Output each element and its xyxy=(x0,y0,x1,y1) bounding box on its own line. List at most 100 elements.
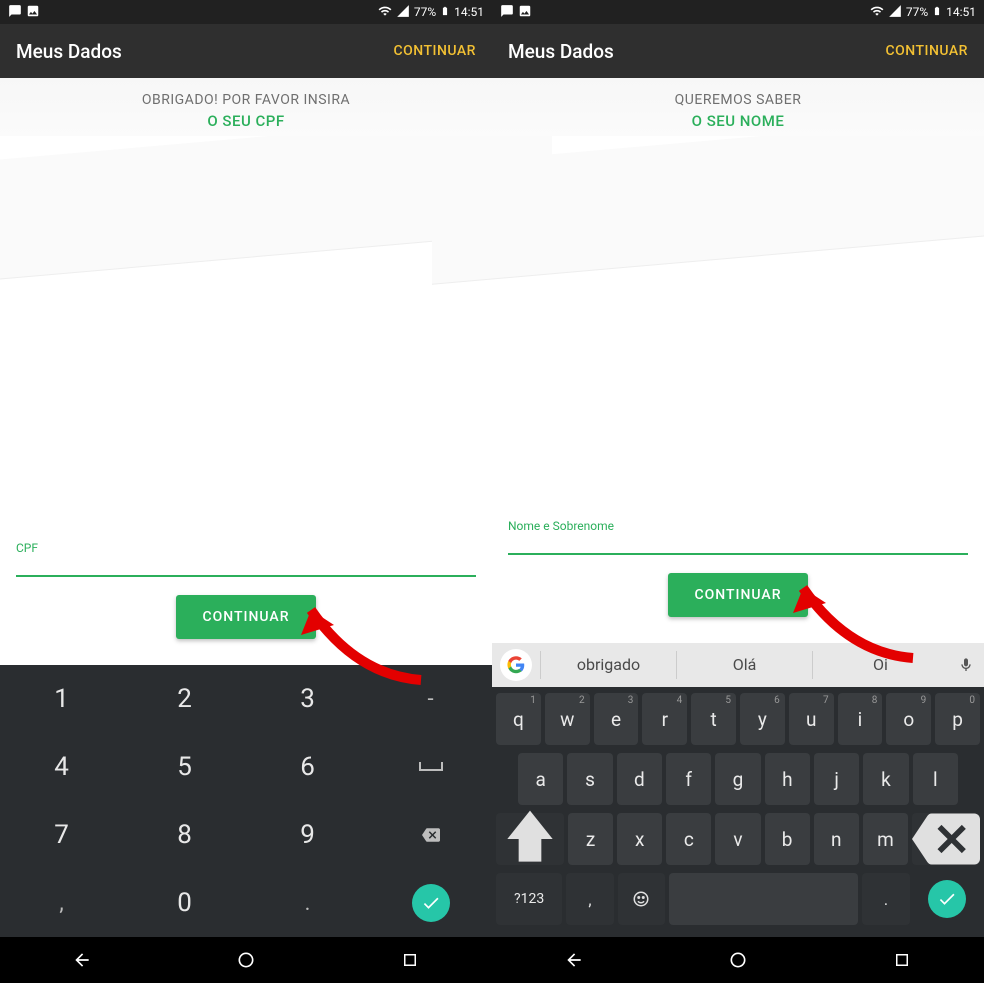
key-n[interactable]: n xyxy=(814,813,859,865)
key-period[interactable]: . xyxy=(246,869,369,937)
key-submit[interactable] xyxy=(369,869,492,937)
nav-bar xyxy=(0,937,492,983)
battery-icon xyxy=(440,4,450,21)
input-area: CPF CONTINUAR xyxy=(0,541,492,665)
kb-row-4: ?123 , . xyxy=(496,873,980,925)
continue-action[interactable]: CONTINUAR xyxy=(885,43,968,59)
signal-icon xyxy=(888,4,902,21)
key-o[interactable]: o9 xyxy=(886,693,931,745)
key-shift[interactable] xyxy=(496,813,564,865)
prompt-line1: OBRIGADO! POR FAVOR INSIRA xyxy=(20,92,472,108)
suggestion-3[interactable]: Oi xyxy=(812,651,948,679)
key-6[interactable]: 6 xyxy=(246,733,369,801)
signal-icon xyxy=(396,4,410,21)
nav-home[interactable] xyxy=(725,947,751,973)
key-e[interactable]: e3 xyxy=(594,693,639,745)
key-1[interactable]: 1 xyxy=(0,665,123,733)
key-b[interactable]: b xyxy=(765,813,810,865)
kb-row-2: asdfghjkl xyxy=(496,753,980,805)
prompt-line1: QUEREMOS SABER xyxy=(512,92,964,108)
key-r[interactable]: r4 xyxy=(642,693,687,745)
key-a[interactable]: a xyxy=(518,753,563,805)
continue-button[interactable]: CONTINUAR xyxy=(668,573,807,617)
key-z[interactable]: z xyxy=(568,813,613,865)
key-5[interactable]: 5 xyxy=(123,733,246,801)
key-x[interactable]: x xyxy=(617,813,662,865)
key-8[interactable]: 8 xyxy=(123,801,246,869)
key-period[interactable]: . xyxy=(862,873,909,925)
key-0[interactable]: 0 xyxy=(123,869,246,937)
key-p[interactable]: p0 xyxy=(935,693,980,745)
key-comma[interactable]: , xyxy=(0,869,123,937)
battery-icon xyxy=(932,4,942,21)
input-label-name: Nome e Sobrenome xyxy=(508,519,968,533)
key-dash[interactable]: - xyxy=(369,665,492,733)
screen-cpf: 77% 14:51 Meus Dados CONTINUAR OBRIGADO!… xyxy=(0,0,492,983)
google-icon[interactable] xyxy=(500,649,532,681)
key-k[interactable]: k xyxy=(863,753,908,805)
key-h[interactable]: h xyxy=(765,753,810,805)
key-space[interactable] xyxy=(669,873,858,925)
suggestion-1[interactable]: obrigado xyxy=(540,651,676,679)
prompt-text: QUEREMOS SABER O SEU NOME xyxy=(492,78,984,136)
continue-action[interactable]: CONTINUAR xyxy=(393,43,476,59)
suggestion-bar: obrigado Olá Oi xyxy=(492,643,984,687)
key-comma[interactable]: , xyxy=(566,873,613,925)
clock-text: 14:51 xyxy=(454,5,484,19)
mic-icon[interactable] xyxy=(948,657,984,673)
key-2[interactable]: 2 xyxy=(123,665,246,733)
kb-row-3: zxcvbnm xyxy=(496,813,980,865)
key-3[interactable]: 3 xyxy=(246,665,369,733)
nav-recent[interactable] xyxy=(397,947,423,973)
nav-home[interactable] xyxy=(233,947,259,973)
app-bar: Meus Dados CONTINUAR xyxy=(492,24,984,78)
key-t[interactable]: t5 xyxy=(691,693,736,745)
prompt-line2: O SEU NOME xyxy=(512,112,964,130)
content-area: QUEREMOS SABER O SEU NOME Nome e Sobreno… xyxy=(492,78,984,643)
nav-recent[interactable] xyxy=(889,947,915,973)
status-bar: 77% 14:51 xyxy=(492,0,984,24)
status-bar: 77% 14:51 xyxy=(0,0,492,24)
battery-text: 77% xyxy=(906,5,928,19)
key-y[interactable]: y6 xyxy=(740,693,785,745)
key-emoji[interactable] xyxy=(618,873,665,925)
key-submit[interactable] xyxy=(914,873,980,925)
key-symbols[interactable]: ?123 xyxy=(496,873,562,925)
key-c[interactable]: c xyxy=(666,813,711,865)
key-u[interactable]: u7 xyxy=(789,693,834,745)
key-f[interactable]: f xyxy=(666,753,711,805)
key-v[interactable]: v xyxy=(715,813,760,865)
prompt-text: OBRIGADO! POR FAVOR INSIRA O SEU CPF xyxy=(0,78,492,136)
key-backspace[interactable] xyxy=(369,801,492,869)
clock-text: 14:51 xyxy=(946,5,976,19)
key-7[interactable]: 7 xyxy=(0,801,123,869)
nav-back[interactable] xyxy=(69,947,95,973)
key-q[interactable]: q1 xyxy=(496,693,541,745)
notif-icon xyxy=(500,4,514,21)
key-g[interactable]: g xyxy=(715,753,760,805)
nav-bar xyxy=(492,937,984,983)
suggestion-2[interactable]: Olá xyxy=(676,651,812,679)
qwerty-keyboard: q1w2e3r4t5y6u7i8o9p0 asdfghjkl zxcvbnm ?… xyxy=(492,687,984,937)
content-area: OBRIGADO! POR FAVOR INSIRA O SEU CPF CPF… xyxy=(0,78,492,665)
key-9[interactable]: 9 xyxy=(246,801,369,869)
nav-back[interactable] xyxy=(561,947,587,973)
key-backspace[interactable] xyxy=(912,813,980,865)
key-m[interactable]: m xyxy=(863,813,908,865)
key-j[interactable]: j xyxy=(814,753,859,805)
key-space[interactable] xyxy=(369,733,492,801)
key-d[interactable]: d xyxy=(617,753,662,805)
kb-row-1: q1w2e3r4t5y6u7i8o9p0 xyxy=(496,693,980,745)
key-i[interactable]: i8 xyxy=(838,693,883,745)
input-area: Nome e Sobrenome CONTINUAR xyxy=(492,519,984,643)
key-w[interactable]: w2 xyxy=(545,693,590,745)
key-l[interactable]: l xyxy=(913,753,958,805)
battery-text: 77% xyxy=(414,5,436,19)
input-label-cpf: CPF xyxy=(16,541,476,555)
key-4[interactable]: 4 xyxy=(0,733,123,801)
key-s[interactable]: s xyxy=(567,753,612,805)
image-icon xyxy=(518,4,532,21)
continue-button[interactable]: CONTINUAR xyxy=(176,595,315,639)
page-title: Meus Dados xyxy=(508,40,614,63)
notif-icon xyxy=(8,4,22,21)
